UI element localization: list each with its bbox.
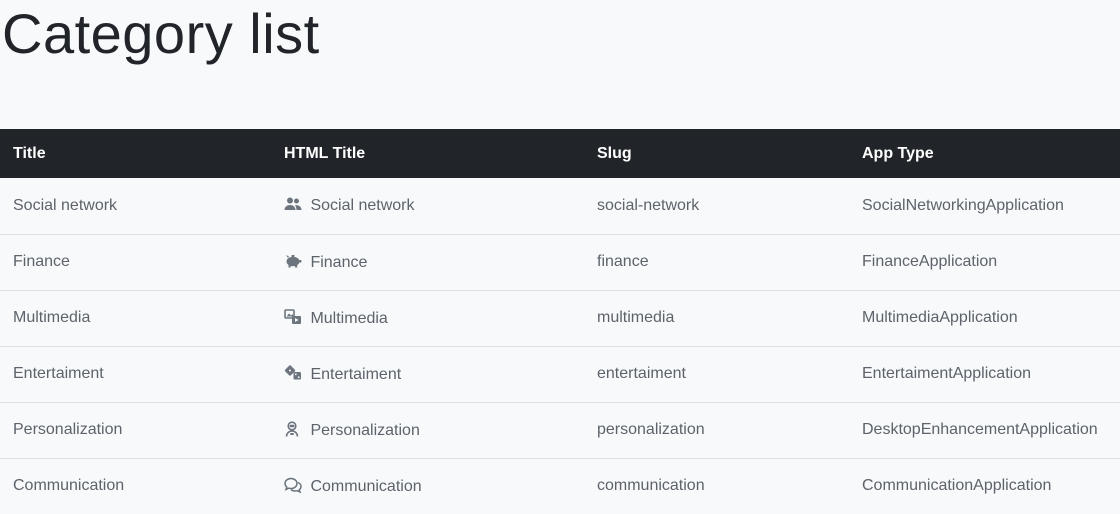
piggy-bank-icon — [284, 253, 302, 269]
user-astronaut-icon — [284, 420, 302, 437]
column-header-app-type: App Type — [862, 144, 934, 162]
table-row: Multimedia Multimedia multimedia Multime… — [0, 290, 1120, 346]
html-title-text: Multimedia — [310, 309, 388, 327]
table-row: Entertaiment Entertaiment entertaiment E… — [0, 346, 1120, 402]
column-header-html-title: HTML Title — [284, 144, 366, 162]
cell-html-title: Personalization — [284, 402, 597, 458]
column-header-slug: Slug — [597, 144, 632, 162]
html-title-text: Communication — [310, 477, 422, 495]
cell-html-title: Communication — [284, 458, 597, 514]
photo-film-icon — [284, 308, 302, 325]
html-title-text: Finance — [310, 253, 368, 271]
cell-title: Personalization — [13, 421, 123, 438]
category-table: Title HTML Title Slug App Type Social ne… — [0, 129, 1120, 514]
cell-app-type: MultimediaApplication — [862, 309, 1018, 326]
column-header-title: Title — [13, 144, 46, 162]
cell-title: Communication — [13, 477, 125, 495]
cell-slug: social-network — [597, 196, 700, 214]
cell-html-title: Social network — [284, 178, 597, 234]
users-icon — [284, 196, 302, 212]
page-title: Category list — [2, 2, 320, 65]
page: Category list Title HTML Title Slug App … — [0, 0, 1120, 514]
cell-html-title: Multimedia — [284, 290, 597, 346]
comments-icon — [284, 477, 302, 493]
dice-icon — [284, 364, 302, 381]
cell-app-type: FinanceApplication — [862, 253, 998, 270]
cell-slug: personalization — [597, 421, 705, 438]
cell-html-title: Finance — [284, 234, 597, 290]
cell-app-type: DesktopEnhancementApplication — [862, 421, 1098, 438]
cell-title: Entertaiment — [13, 365, 104, 382]
cell-title: Finance — [13, 253, 70, 270]
table-row: Social network Social network social-net… — [0, 178, 1120, 234]
table-header-row: Title HTML Title Slug App Type — [0, 129, 1120, 178]
cell-app-type: SocialNetworkingApplication — [862, 196, 1064, 214]
cell-slug: multimedia — [597, 309, 675, 326]
cell-title: Social network — [13, 196, 118, 214]
table-row: Communication Communication communicatio… — [0, 458, 1120, 514]
html-title-text: Personalization — [310, 421, 420, 439]
cell-html-title: Entertaiment — [284, 346, 597, 402]
cell-app-type: EntertaimentApplication — [862, 365, 1031, 382]
html-title-text: Entertaiment — [310, 365, 402, 383]
table-row: Finance Finance finance FinanceApplicati… — [0, 234, 1120, 290]
html-title-text: Social network — [310, 197, 415, 215]
table-row: Personalization Personalization personal… — [0, 402, 1120, 458]
cell-slug: finance — [597, 253, 649, 270]
cell-slug: entertaiment — [597, 365, 686, 382]
cell-app-type: CommunicationApplication — [862, 477, 1052, 495]
cell-title: Multimedia — [13, 309, 91, 326]
cell-slug: communication — [597, 477, 705, 495]
